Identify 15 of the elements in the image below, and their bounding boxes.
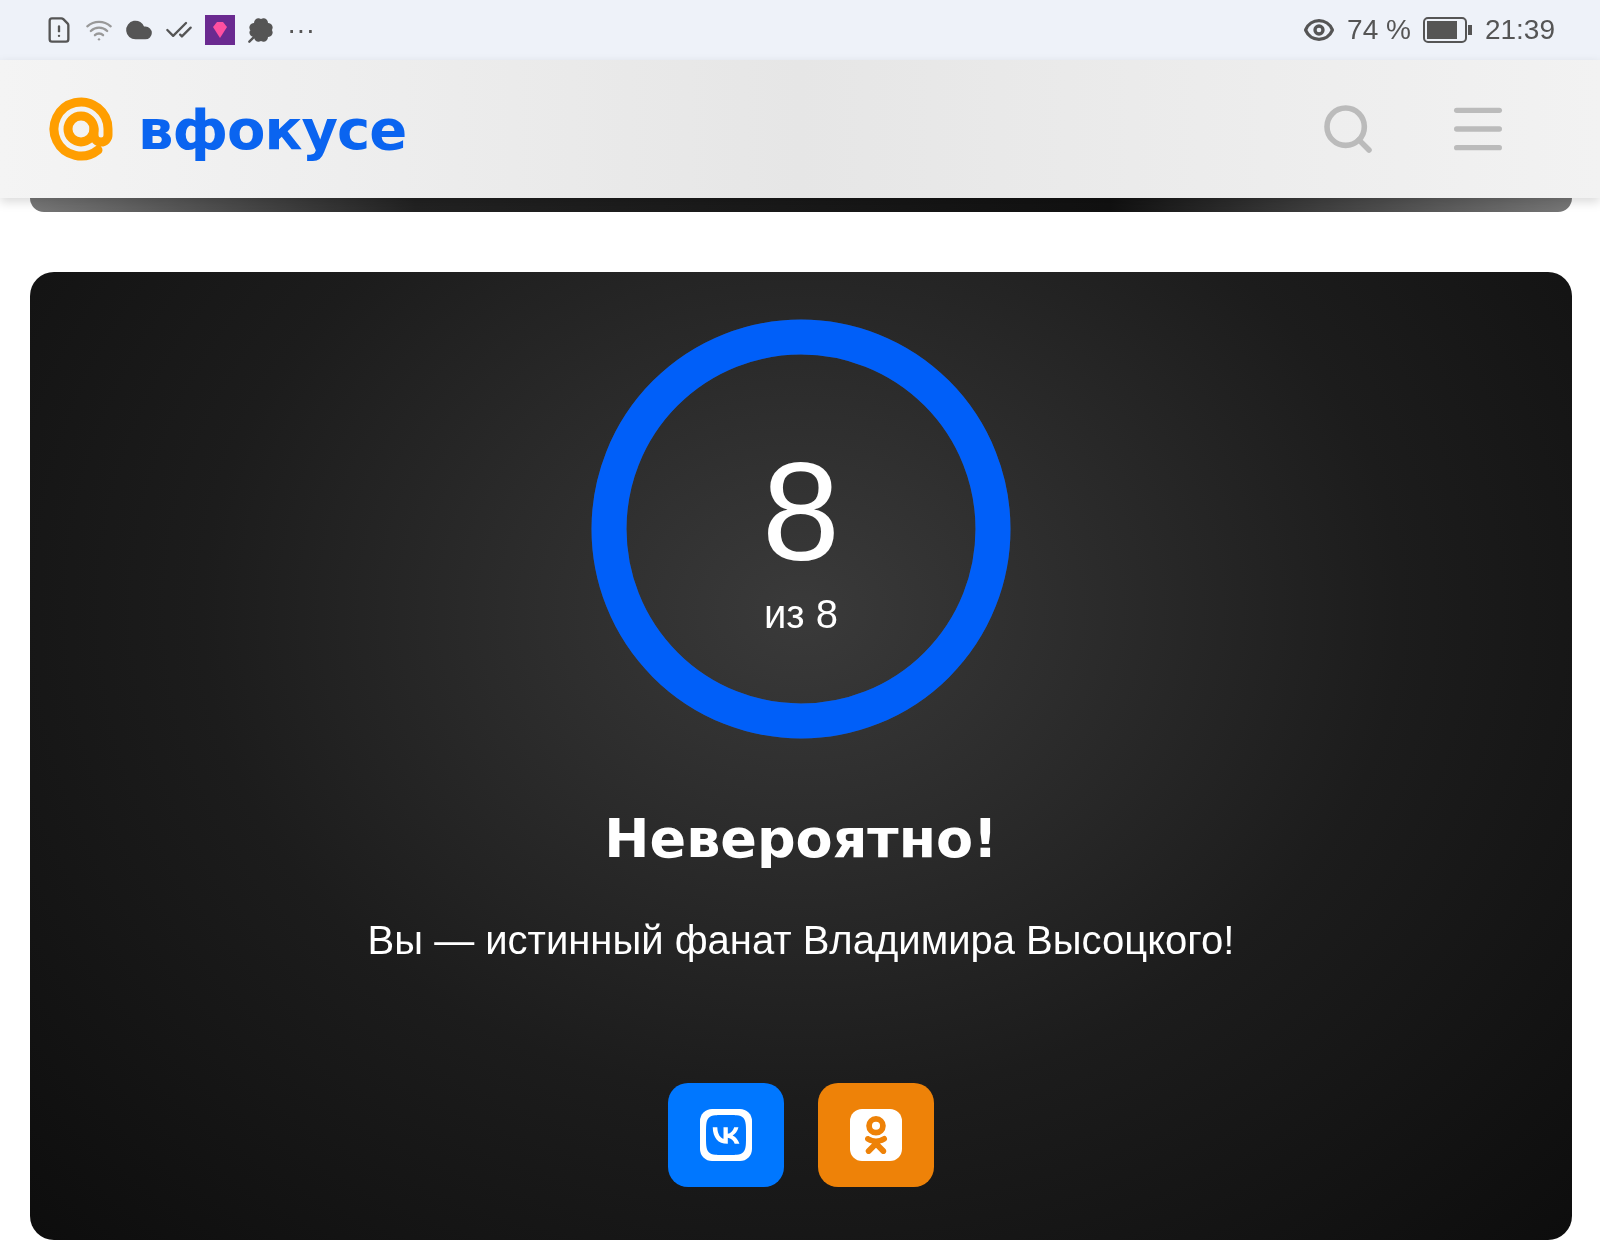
vk-logo-icon — [700, 1109, 752, 1161]
more-notifications: ··· — [287, 14, 315, 46]
score-total: из 8 — [763, 591, 838, 637]
at-logo-icon — [46, 94, 116, 164]
result-message: Вы — истинный фанат Владимира Высоцкого! — [367, 918, 1235, 963]
battery-icon — [1422, 17, 1473, 43]
score-value: 8 — [762, 441, 840, 582]
battery-percent: 74 % — [1347, 14, 1411, 46]
site-logo-text[interactable]: вфокусе — [138, 96, 407, 162]
app-icon — [205, 15, 235, 45]
share-button[interactable] — [818, 1083, 934, 1187]
clock-time: 21:39 — [1484, 14, 1555, 46]
share-button[interactable] — [668, 1083, 784, 1187]
result-title: Невероятно! — [604, 807, 998, 870]
ok-logo-icon — [850, 1109, 902, 1161]
